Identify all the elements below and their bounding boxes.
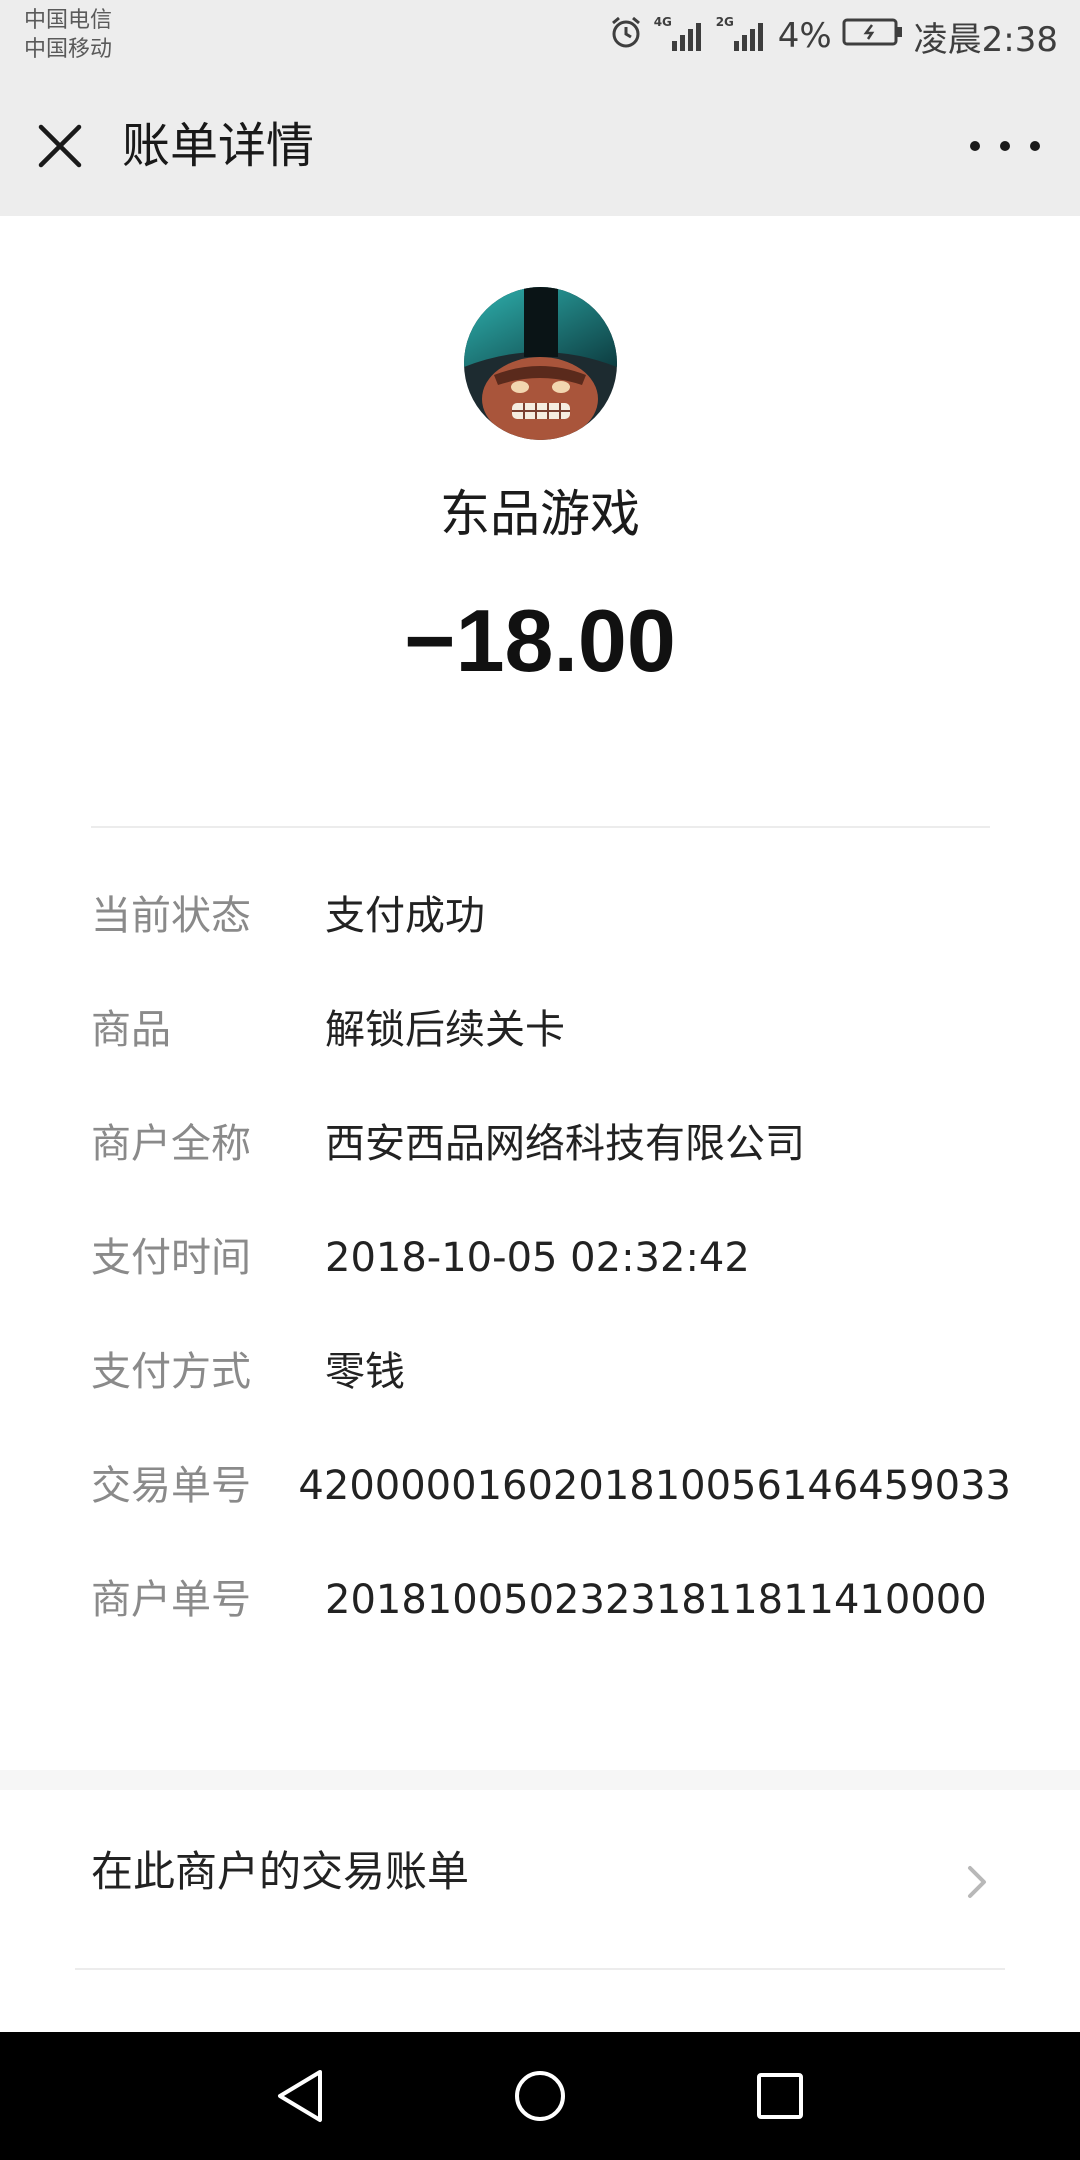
merchant-name: 东品游戏 <box>440 485 640 543</box>
detail-row-merchant-fullname: 商户全称 西安西品网络科技有限公司 <box>91 1112 1011 1226</box>
close-button[interactable] <box>30 116 90 176</box>
alarm-icon <box>608 14 644 59</box>
detail-row-transaction-no: 交易单号 4200000160201810056146459033 <box>91 1454 1011 1568</box>
merchant-avatar <box>464 287 617 440</box>
home-icon <box>515 2071 565 2121</box>
signal-icon: 2G <box>716 15 768 51</box>
detail-value: 2018-10-05 02:32:42 <box>325 1235 750 1281</box>
more-icon-dot <box>970 141 980 151</box>
battery-charging-icon <box>842 16 904 56</box>
detail-row-merchant-order-no: 商户单号 20181005023231811811410000 <box>91 1568 1011 1682</box>
detail-label: 商户单号 <box>91 1577 251 1623</box>
recents-icon <box>757 2073 803 2119</box>
network-type-1: 4G <box>653 15 672 29</box>
section-gap <box>0 1770 1080 1790</box>
detail-value: 西安西品网络科技有限公司 <box>325 1121 805 1167</box>
bill-details: 当前状态 支付成功 商品 解锁后续关卡 商户全称 西安西品网络科技有限公司 支付… <box>91 884 1011 1682</box>
page-header: 账单详情 <box>0 72 1080 216</box>
clock-time: 凌晨2:38 <box>913 19 1058 60</box>
signal-icon: 4G <box>654 15 706 51</box>
detail-row-pay-method: 支付方式 零钱 <box>91 1340 1011 1454</box>
detail-row-status: 当前状态 支付成功 <box>91 884 1011 998</box>
payment-amount: −18.00 <box>404 591 676 690</box>
status-bar: 中国电信 中国移动 4G 2G 4% 凌晨2:38 <box>0 0 1080 72</box>
detail-value: 支付成功 <box>325 893 485 939</box>
detail-value[interactable]: 20181005023231811811410000 <box>325 1568 987 1632</box>
recents-button[interactable] <box>750 2066 810 2126</box>
detail-label: 支付方式 <box>91 1349 251 1395</box>
battery-percent: 4% <box>777 16 832 56</box>
divider <box>91 826 990 828</box>
page-title: 账单详情 <box>122 118 315 174</box>
more-icon-dot <box>1000 141 1010 151</box>
back-icon <box>278 2070 322 2122</box>
detail-label: 交易单号 <box>91 1463 251 1509</box>
merchant-bills-link[interactable]: 在此商户的交易账单 <box>0 1790 1080 1968</box>
carrier-info: 中国电信 中国移动 <box>24 6 112 64</box>
detail-label: 支付时间 <box>91 1235 251 1281</box>
back-button[interactable] <box>270 2066 330 2126</box>
chevron-right-icon <box>968 1866 986 1898</box>
detail-value[interactable]: 4200000160201810056146459033 <box>298 1454 1011 1518</box>
more-icon-dot <box>1030 141 1040 151</box>
detail-row-product: 商品 解锁后续关卡 <box>91 998 1011 1112</box>
detail-value: 零钱 <box>325 1349 405 1395</box>
detail-label: 当前状态 <box>91 893 251 939</box>
detail-label: 商品 <box>91 1007 171 1053</box>
home-button[interactable] <box>510 2066 570 2126</box>
status-icons: 4G 2G 4% 凌晨2:38 <box>608 14 1058 60</box>
network-type-2: 2G <box>715 15 734 29</box>
detail-row-pay-time: 支付时间 2018-10-05 02:32:42 <box>91 1226 1011 1340</box>
carrier-1: 中国电信 <box>24 8 113 33</box>
system-nav-bar <box>0 2032 1080 2160</box>
divider <box>75 1968 1005 1970</box>
more-button[interactable] <box>970 128 1040 164</box>
detail-value: 解锁后续关卡 <box>325 1007 565 1053</box>
merchant-bills-label: 在此商户的交易账单 <box>91 1847 470 1896</box>
close-icon <box>38 124 82 168</box>
carrier-2: 中国移动 <box>24 37 113 62</box>
detail-label: 商户全称 <box>91 1121 251 1167</box>
